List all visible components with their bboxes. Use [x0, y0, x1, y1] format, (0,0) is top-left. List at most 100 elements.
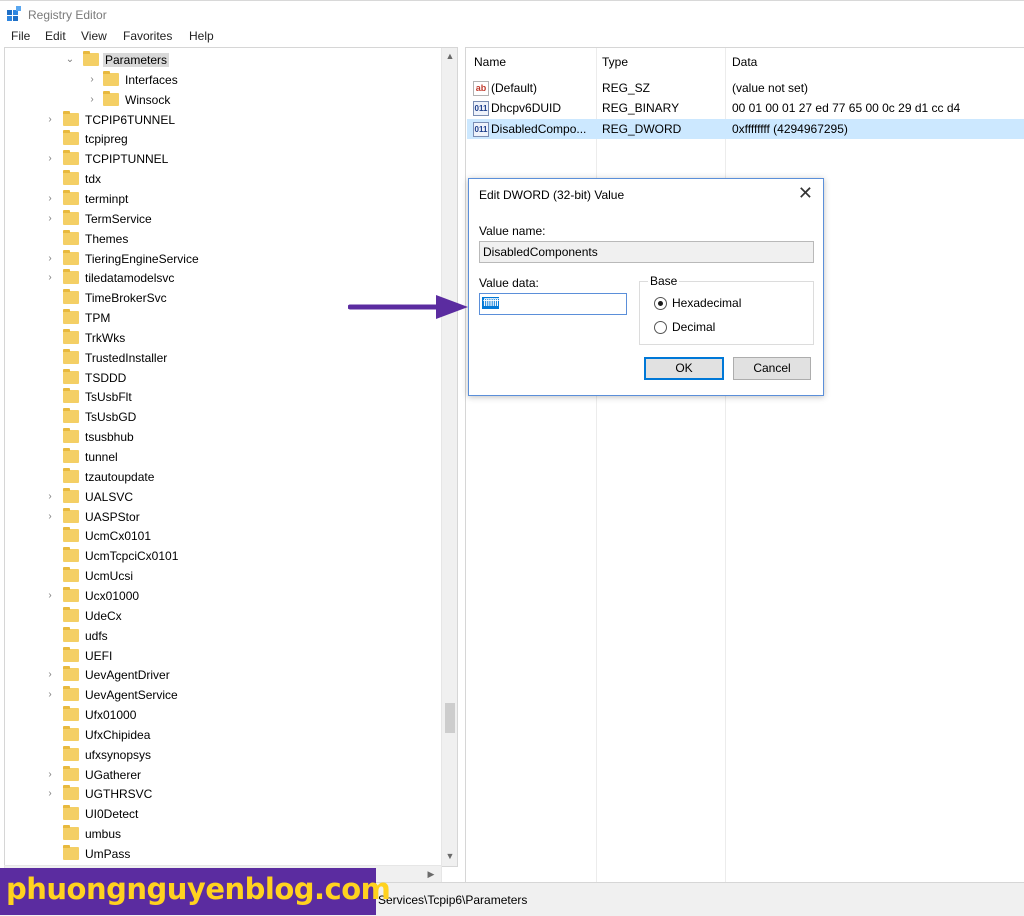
- chevron-right-icon[interactable]: ›: [87, 74, 97, 86]
- folder-icon: [63, 606, 79, 622]
- hexadecimal-label[interactable]: Hexadecimal: [672, 296, 741, 310]
- column-separator[interactable]: [725, 48, 726, 883]
- tree-item-label: UevAgentDriver: [85, 668, 170, 683]
- tree-item[interactable]: › UGTHRSVC: [5, 784, 441, 804]
- column-header-type[interactable]: Type: [602, 55, 628, 69]
- tree-item[interactable]: TsUsbFlt: [5, 387, 441, 407]
- tree-item[interactable]: UcmCx0101: [5, 526, 441, 546]
- chevron-down-icon[interactable]: ⌄: [65, 54, 75, 66]
- tree-item[interactable]: UI0Detect: [5, 804, 441, 824]
- chevron-right-icon[interactable]: ›: [45, 511, 55, 523]
- tree-item[interactable]: tunnel: [5, 447, 441, 467]
- value-data: 00 01 00 01 27 ed 77 65 00 0c 29 d1 cc d…: [732, 101, 961, 115]
- tree-item[interactable]: TsUsbGD: [5, 407, 441, 427]
- watermark-banner: phuongnguyenblog.com: [0, 868, 391, 915]
- folder-icon: [63, 825, 79, 841]
- chevron-right-icon[interactable]: ›: [45, 769, 55, 781]
- tree-item[interactable]: › TermService: [5, 209, 441, 229]
- tree-item[interactable]: UdeCx: [5, 606, 441, 626]
- tree-item[interactable]: › UALSVC: [5, 487, 441, 507]
- chevron-right-icon[interactable]: ›: [45, 669, 55, 681]
- chevron-down-icon[interactable]: ▼: [442, 848, 457, 864]
- menu-favorites[interactable]: Favorites: [123, 29, 172, 43]
- tree-item-label: tcpipreg: [85, 132, 128, 147]
- value-row-dhcpv6duid[interactable]: 011 Dhcpv6DUID REG_BINARY 00 01 00 01 27…: [467, 98, 1024, 118]
- tree-item[interactable]: ⌄ Parameters: [5, 50, 441, 70]
- menu-view[interactable]: View: [81, 29, 107, 43]
- tree-item[interactable]: › Ucx01000: [5, 586, 441, 606]
- decimal-label[interactable]: Decimal: [672, 320, 715, 334]
- folder-icon: [103, 90, 119, 106]
- close-icon[interactable]: ✕: [798, 183, 813, 204]
- chevron-right-icon[interactable]: ›: [45, 491, 55, 503]
- tree-item[interactable]: › TieringEngineService: [5, 249, 441, 269]
- tree-item[interactable]: UfxChipidea: [5, 725, 441, 745]
- value-type: REG_SZ: [602, 81, 651, 95]
- chevron-right-icon[interactable]: ›: [45, 114, 55, 126]
- chevron-right-icon[interactable]: ›: [45, 253, 55, 265]
- tree-item[interactable]: › Winsock: [5, 90, 441, 110]
- tree-item[interactable]: ufxsynopsys: [5, 745, 441, 765]
- tree-item[interactable]: Themes: [5, 229, 441, 249]
- hexadecimal-radio[interactable]: [654, 297, 667, 310]
- tree-item[interactable]: tsusbhub: [5, 427, 441, 447]
- tree-item[interactable]: › UevAgentDriver: [5, 665, 441, 685]
- chevron-right-icon[interactable]: ›: [45, 213, 55, 225]
- value-data-input[interactable]: ffffffff: [479, 293, 627, 315]
- tree-vertical-scrollbar[interactable]: ▲ ▼: [441, 48, 457, 866]
- tree-item[interactable]: tzautoupdate: [5, 467, 441, 487]
- folder-icon: [63, 765, 79, 781]
- value-name-label: Value name:: [479, 224, 546, 238]
- tree-item[interactable]: tdx: [5, 169, 441, 189]
- folder-icon: [63, 507, 79, 523]
- chevron-right-icon[interactable]: ›: [45, 153, 55, 165]
- value-row-disabledcomponents[interactable]: 011 DisabledCompo... REG_DWORD 0xfffffff…: [467, 119, 1024, 139]
- column-separator[interactable]: [596, 48, 597, 883]
- tree-item-label: UGatherer: [85, 767, 142, 782]
- cancel-button[interactable]: Cancel: [733, 357, 811, 380]
- dword-value-icon: 011: [473, 122, 489, 137]
- chevron-right-icon[interactable]: ›: [45, 590, 55, 602]
- tree-item[interactable]: › terminpt: [5, 189, 441, 209]
- tree-item[interactable]: UcmTcpciCx0101: [5, 546, 441, 566]
- chevron-right-icon[interactable]: ▶: [423, 866, 439, 882]
- tree-item[interactable]: Ufx01000: [5, 705, 441, 725]
- chevron-right-icon[interactable]: ›: [45, 689, 55, 701]
- tree-item[interactable]: UEFI: [5, 646, 441, 666]
- chevron-right-icon[interactable]: ›: [87, 94, 97, 106]
- tree-item[interactable]: › TCPIP6TUNNEL: [5, 110, 441, 130]
- tree-item[interactable]: UmPass: [5, 844, 441, 864]
- tree-item[interactable]: › Interfaces: [5, 70, 441, 90]
- chevron-right-icon[interactable]: ›: [45, 193, 55, 205]
- tree-item[interactable]: › TCPIPTUNNEL: [5, 149, 441, 169]
- menu-help[interactable]: Help: [189, 29, 214, 43]
- chevron-right-icon[interactable]: ›: [45, 788, 55, 800]
- value-data-label: Value data:: [479, 276, 539, 290]
- column-header-name[interactable]: Name: [474, 55, 506, 69]
- tree-item[interactable]: › UASPStor: [5, 507, 441, 527]
- tree-item[interactable]: › UevAgentService: [5, 685, 441, 705]
- scroll-thumb[interactable]: [445, 703, 455, 733]
- tree-item[interactable]: TrkWks: [5, 328, 441, 348]
- tree-item[interactable]: umbus: [5, 824, 441, 844]
- chevron-right-icon[interactable]: ›: [45, 272, 55, 284]
- column-header-data[interactable]: Data: [732, 55, 757, 69]
- tree-item[interactable]: tcpipreg: [5, 129, 441, 149]
- tree-item[interactable]: › UGatherer: [5, 765, 441, 785]
- ok-button[interactable]: OK: [644, 357, 724, 380]
- decimal-radio[interactable]: [654, 321, 667, 334]
- tree-item-label: TsUsbFlt: [85, 390, 132, 405]
- value-row-default[interactable]: ab (Default) REG_SZ (value not set): [467, 78, 1024, 98]
- menu-edit[interactable]: Edit: [45, 29, 66, 43]
- menu-file[interactable]: File: [11, 29, 30, 43]
- tree-item[interactable]: UcmUcsi: [5, 566, 441, 586]
- tree-item[interactable]: udfs: [5, 626, 441, 646]
- tree-item[interactable]: › tiledatamodelsvc: [5, 268, 441, 288]
- tree-item[interactable]: TSDDD: [5, 368, 441, 388]
- folder-icon: [63, 130, 79, 146]
- tree-item[interactable]: TrustedInstaller: [5, 348, 441, 368]
- tree-item-label: TSDDD: [85, 370, 127, 385]
- chevron-up-icon[interactable]: ▲: [442, 48, 457, 64]
- folder-icon: [83, 51, 99, 66]
- folder-icon: [63, 269, 79, 285]
